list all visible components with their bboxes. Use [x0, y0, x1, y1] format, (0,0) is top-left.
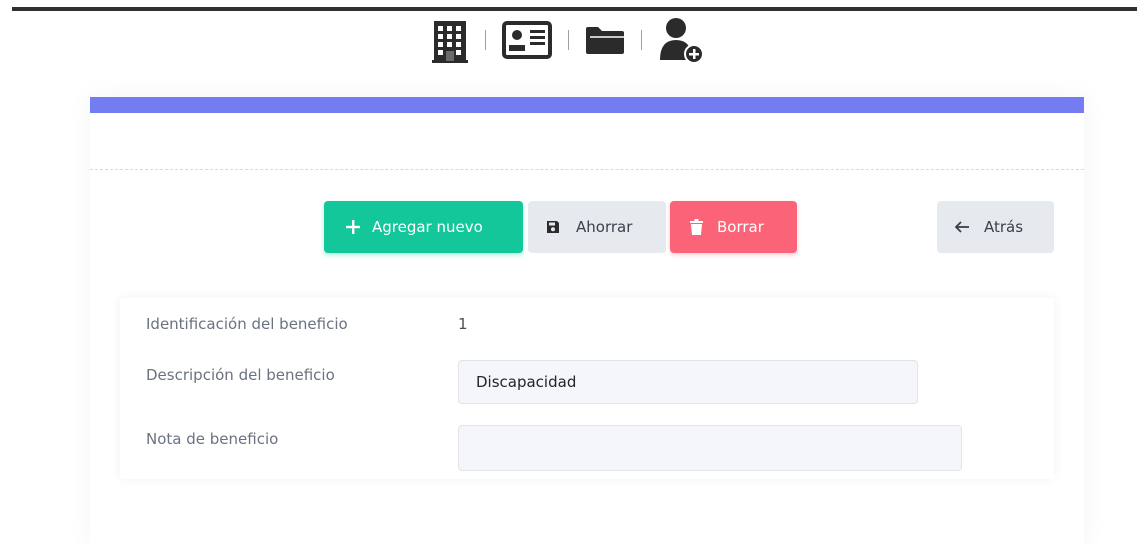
delete-label: Borrar [717, 218, 764, 236]
id-card-icon[interactable] [502, 21, 552, 59]
delete-button[interactable]: Borrar [670, 201, 797, 253]
nav-separator [641, 30, 642, 50]
nav-separator [568, 30, 569, 50]
benefit-description-label: Descripción del beneficio [146, 366, 335, 384]
save-label: Ahorrar [576, 218, 633, 236]
back-label: Atrás [984, 218, 1024, 236]
building-icon[interactable] [431, 17, 469, 63]
add-new-label: Agregar nuevo [372, 218, 483, 236]
save-button[interactable]: Ahorrar [528, 201, 666, 253]
top-bar [12, 7, 1137, 11]
plus-icon [346, 220, 360, 234]
benefit-note-label: Nota de beneficio [146, 430, 279, 448]
back-button[interactable]: Atrás [937, 201, 1054, 253]
benefit-card: Agregar nuevo Ahorrar Borrar Atrás Ident… [90, 97, 1084, 545]
folder-icon[interactable] [585, 25, 625, 55]
nav-separator [485, 30, 486, 50]
icon-nav [431, 15, 706, 65]
floppy-disk-icon [546, 220, 560, 234]
arrow-left-icon [955, 221, 970, 233]
add-new-button[interactable]: Agregar nuevo [324, 201, 523, 253]
benefit-description-input[interactable]: Discapacidad [458, 360, 918, 404]
benefit-form: Identificación del beneficio 1 Descripci… [120, 298, 1054, 479]
card-accent-bar [90, 97, 1084, 113]
user-plus-icon[interactable] [658, 16, 706, 64]
benefit-note-input[interactable] [458, 425, 962, 471]
benefit-id-label: Identificación del beneficio [146, 315, 348, 333]
trash-icon [690, 219, 703, 235]
benefit-id-value: 1 [458, 315, 468, 333]
card-divider [90, 169, 1084, 170]
